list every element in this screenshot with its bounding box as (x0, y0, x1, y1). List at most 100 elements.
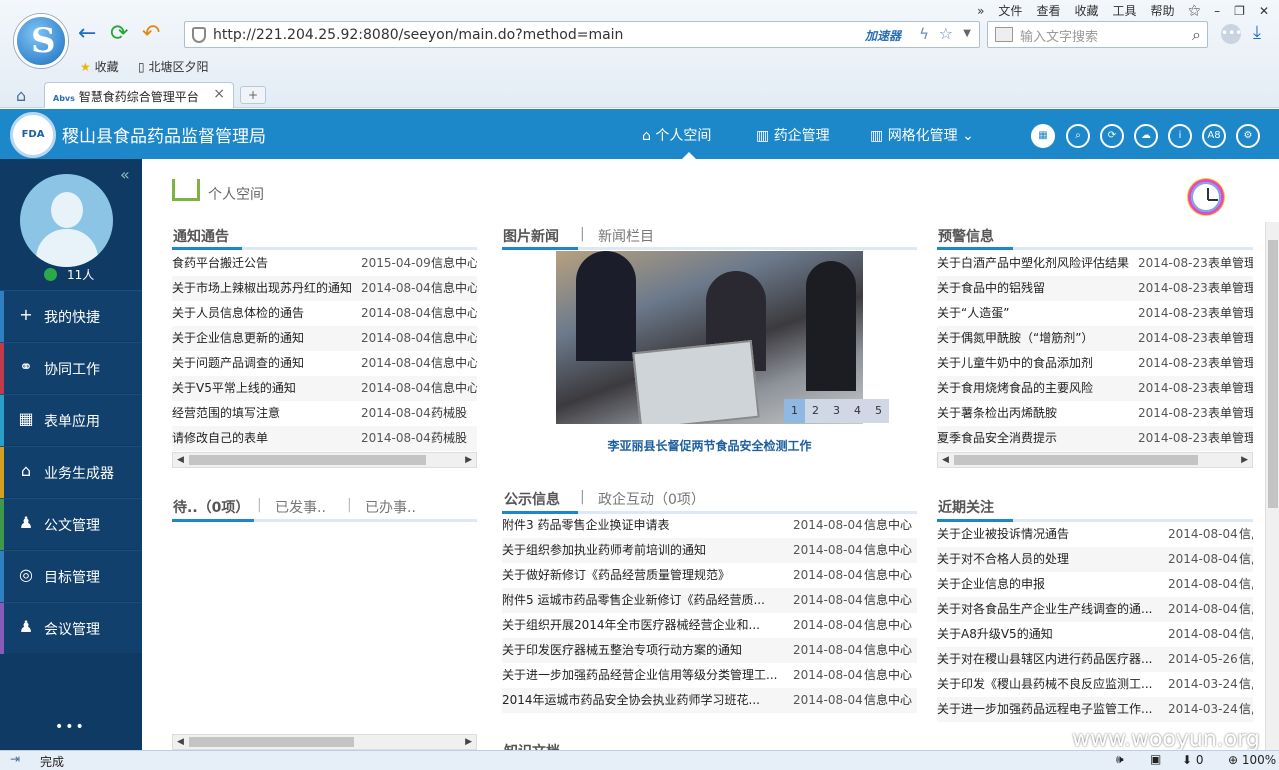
download-icon[interactable]: ⤓ (1253, 22, 1261, 43)
menu-file[interactable]: 文件 (998, 2, 1022, 19)
chevron-down-icon[interactable]: ⌄ (962, 128, 974, 144)
menu-view[interactable]: 查看 (1036, 2, 1060, 19)
warning-hscroll[interactable]: ◀ ▶ (937, 452, 1253, 468)
tab-active[interactable]: Abvs 智慧食药综合管理平台 × (44, 82, 234, 108)
image-search-icon[interactable] (995, 27, 1013, 42)
warning-title[interactable]: 预警信息 (938, 226, 994, 246)
knowledge-docs-title[interactable]: 知识文档 (504, 741, 560, 750)
online-count[interactable]: 11人 (44, 266, 94, 283)
list-item[interactable]: 请修改自己的表单 2014-08-04 药械股 (172, 426, 477, 451)
item-title[interactable]: 2014年运城市药品安全协会执业药师学习班花... (502, 688, 787, 713)
item-title[interactable]: 请修改自己的表单 (172, 426, 357, 451)
search-input[interactable]: 输入文字搜索 (1020, 26, 1098, 45)
item-title[interactable]: 关于薯条检出丙烯酰胺 (937, 401, 1137, 426)
tab-interaction[interactable]: 政企互动（0项） (598, 489, 705, 509)
item-title[interactable]: 关于印发医疗器械五整治专项行动方案的通知 (502, 638, 787, 663)
more-icon[interactable]: ••• (1221, 24, 1242, 44)
page-vscroll[interactable] (1265, 222, 1279, 750)
pager-page[interactable]: 3 (826, 399, 847, 423)
settings-gear-icon[interactable]: ⚙ (1236, 124, 1260, 148)
tab-news-column[interactable]: 新闻栏目 (598, 226, 654, 246)
nav-personal-space[interactable]: ⌂ 个人空间 (642, 125, 711, 159)
item-title[interactable]: 附件5 运城市药品零售企业新修订《药品经营质... (502, 588, 787, 613)
new-tab-button[interactable]: + (240, 86, 266, 104)
item-title[interactable]: 关于企业信息更新的通知 (172, 326, 357, 351)
search-icon[interactable]: ⌕ (1066, 124, 1090, 148)
menu-favorites[interactable]: 收藏 (1074, 2, 1098, 19)
list-item[interactable]: 关于对各食品生产企业生产线调查的通... 2014-08-04信, (937, 597, 1253, 622)
list-item[interactable]: 关于组织开展2014年全市医疗器械经营企业和... 2014-08-04 信息中心 (502, 613, 917, 638)
notice-title[interactable]: 通知通告 (173, 226, 229, 246)
pending-hscroll[interactable]: ◀ ▶ (172, 734, 477, 750)
bookmark-favorites[interactable]: ★ 收藏 (80, 58, 119, 75)
sidebar-item-1[interactable]: ⚭ 协同工作 (0, 342, 142, 394)
photo-news-title[interactable]: 图片新闻 (503, 226, 559, 246)
item-title[interactable]: 关于印发《稷山县药械不良反应监测工... (937, 672, 1162, 697)
item-title[interactable]: 关于A8升级V5的通知 (937, 622, 1162, 647)
close-tab-icon[interactable]: × (213, 86, 225, 102)
sidebar-toggle-icon[interactable]: ⇥ (10, 752, 20, 766)
item-title[interactable]: 关于组织参加执业药师考前培训的通知 (502, 538, 787, 563)
item-title[interactable]: 关于组织开展2014年全市医疗器械经营企业和... (502, 613, 787, 638)
item-title[interactable]: 关于食品中的铝残留 (937, 276, 1137, 301)
list-item[interactable]: 2014年运城市药品安全协会执业药师学习班花... 2014-08-04 信息中心 (502, 688, 917, 713)
refresh-icon[interactable]: ⟳ (110, 22, 128, 46)
more-dots-icon[interactable]: ••• (55, 719, 86, 735)
item-title[interactable]: 关于市场上辣椒出现苏丹红的通知 (172, 276, 357, 301)
list-item[interactable]: 附件3 药品零售企业换证申请表 2014-08-04 信息中心 (502, 513, 917, 538)
list-item[interactable]: 经营范围的填写注意 2014-08-04 药械股 (172, 401, 477, 426)
item-title[interactable]: 关于做好新修订《药品经营质量管理规范》 (502, 563, 787, 588)
notice-hscroll[interactable]: ◀ ▶ (172, 452, 477, 468)
tab-sent[interactable]: 已发事.. (275, 497, 326, 517)
list-item[interactable]: 关于印发医疗器械五整治专项行动方案的通知 2014-08-04 信息中心 (502, 638, 917, 663)
item-title[interactable]: 关于企业被投诉情况通告 (937, 522, 1162, 547)
skin-icon[interactable]: ⚝ (1189, 3, 1201, 18)
address-bar[interactable]: http://221.204.25.92:8080/seeyon/main.do… (184, 21, 980, 48)
item-title[interactable]: 夏季食品安全消费提示 (937, 426, 1137, 451)
grid-apps-icon[interactable]: ▦ (1031, 124, 1055, 148)
message-icon[interactable]: ☁ (1134, 124, 1158, 148)
item-title[interactable]: 关于“人造蛋” (937, 301, 1137, 326)
list-item[interactable]: 关于V5平常上线的通知 2014-08-04 信息中心 (172, 376, 477, 401)
bookmark-beitang[interactable]: ▯ 北塘区夕阳 (138, 58, 208, 75)
list-item[interactable]: 关于组织参加执业药师考前培训的通知 2014-08-04 信息中心 (502, 538, 917, 563)
list-item[interactable]: 食药平台搬迁公告 2015-04-09 信息中心 (172, 251, 477, 276)
pager-page[interactable]: 4 (847, 399, 868, 423)
item-title[interactable]: 关于食用烧烤食品的主要风险 (937, 376, 1137, 401)
item-title[interactable]: 食药平台搬迁公告 (172, 251, 357, 276)
menu-help[interactable]: 帮助 (1150, 2, 1174, 19)
menu-tools[interactable]: 工具 (1112, 2, 1136, 19)
chevron-down-icon[interactable]: ▼ (963, 28, 971, 39)
home-icon[interactable]: ⌂ (16, 86, 26, 105)
sidebar-item-6[interactable]: ♟ 会议管理 (0, 602, 142, 654)
item-title[interactable]: 附件3 药品零售企业换证申请表 (502, 513, 787, 538)
list-item[interactable]: 关于食用烧烤食品的主要风险 2014-08-23 表单管理 (937, 376, 1253, 401)
pager-page[interactable]: 5 (868, 399, 889, 423)
item-title[interactable]: 关于企业信息的申报 (937, 572, 1162, 597)
item-title[interactable]: 关于偶氮甲酰胺（“增筋剂”） (937, 326, 1137, 351)
list-item[interactable]: 关于偶氮甲酰胺（“增筋剂”） 2014-08-23 表单管理 (937, 326, 1253, 351)
sidebar-item-3[interactable]: ⌂ 业务生成器 (0, 446, 142, 498)
list-item[interactable]: 关于做好新修订《药品经营质量管理规范》 2014-08-04 信息中心 (502, 563, 917, 588)
list-item[interactable]: 关于企业信息更新的通知 2014-08-04 信息中心 (172, 326, 477, 351)
lightning-icon[interactable]: ϟ (919, 25, 929, 43)
item-title[interactable]: 关于白酒产品中塑化剂风险评估结果 (937, 251, 1137, 276)
public-info-title[interactable]: 公示信息 (504, 489, 560, 509)
item-title[interactable]: 关于问题产品调查的通知 (172, 351, 357, 376)
item-title[interactable]: 关于对不合格人员的处理 (937, 547, 1162, 572)
list-item[interactable]: 关于进一步加强药品远程电子监管工作... 2014-03-24信, (937, 697, 1253, 722)
info-icon[interactable]: i (1168, 124, 1192, 148)
minimize-icon[interactable]: – (1214, 4, 1220, 18)
item-title[interactable]: 关于V5平常上线的通知 (172, 376, 357, 401)
photo-caption[interactable]: 李亚丽县长督促两节食品安全检测工作 (556, 437, 863, 454)
list-item[interactable]: 关于薯条检出丙烯酰胺 2014-08-23 表单管理 (937, 401, 1253, 426)
sidebar-item-4[interactable]: ♟ 公文管理 (0, 498, 142, 550)
item-title[interactable]: 关于人员信息体检的通告 (172, 301, 357, 326)
back-icon[interactable]: ← (78, 22, 96, 46)
tab-pending[interactable]: 待..（0项） (173, 497, 249, 517)
list-item[interactable]: 关于印发《稷山县药械不良反应监测工... 2014-03-24信, (937, 672, 1253, 697)
download-count[interactable]: ⬇ 0 (1182, 753, 1204, 767)
search-box[interactable]: 输入文字搜索 ⌕ (987, 21, 1208, 48)
undo-icon[interactable]: ↶ (142, 22, 160, 46)
nav-grid-management[interactable]: ▥ 网格化管理 ⌄ (870, 125, 974, 145)
